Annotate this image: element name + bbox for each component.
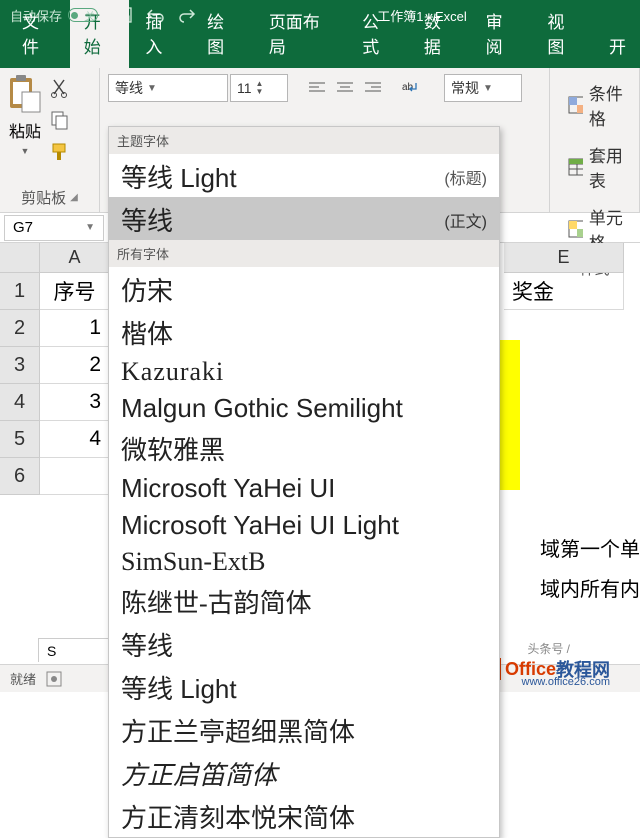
cell-E1[interactable]: 奖金 [504,273,624,310]
tab-insert[interactable]: 插入 [131,0,191,68]
align-center-icon[interactable] [332,76,358,100]
font-item-5[interactable]: Microsoft YaHei UI [109,469,499,506]
font-item-13[interactable]: 方正清刻本悦宋简体 [109,794,499,837]
tab-data[interactable]: 数据 [410,0,470,68]
format-painter-icon[interactable] [50,142,70,162]
cell-styles-icon [568,220,583,238]
font-dropdown[interactable]: 主题字体 等线 Light(标题) 等线(正文) 所有字体 仿宋 楷体 Kazu… [108,126,500,838]
format-as-table-button[interactable]: 套用表 [568,142,631,192]
row-header-5[interactable]: 5 [0,421,40,458]
chevron-down-icon[interactable]: ▼ [85,222,95,233]
cell-A2[interactable]: 1 [40,310,110,347]
align-right-icon[interactable] [360,76,386,100]
paste-label: 粘贴 [9,118,41,142]
macro-record-icon[interactable] [46,671,62,687]
ribbon-tabs: 文件 开始 插入 绘图 页面布局 公式 数据 审阅 视图 开 [0,30,640,68]
font-item-10[interactable]: 等线 Light [109,665,499,708]
chevron-down-icon: ▼ [147,83,157,94]
row-header-6[interactable]: 6 [0,458,40,495]
row-header-4[interactable]: 4 [0,384,40,421]
sheet-tab[interactable]: S [38,638,118,662]
font-item-12[interactable]: 方正启笛简体 [109,751,499,794]
copy-icon[interactable] [50,110,70,130]
conditional-formatting-button[interactable]: 条件格 [568,80,631,130]
font-name-combo[interactable]: 等线 ▼ [108,74,228,102]
cell-A3[interactable]: 2 [40,347,110,384]
font-size-spinner[interactable]: ▲▼ [256,80,264,96]
table-icon [568,158,583,176]
font-size-value: 11 [237,80,252,96]
conditional-formatting-icon [568,96,583,114]
font-item-1[interactable]: 楷体 [109,310,499,353]
font-size-combo[interactable]: 11 ▲▼ [230,74,288,102]
clipboard-icon [8,74,42,114]
font-section-theme: 主题字体 [109,127,499,154]
highlighted-range [500,340,520,490]
clipboard-group-label: 剪贴板 [21,187,66,208]
chevron-down-icon: ▼ [483,83,493,94]
name-box[interactable]: G7 ▼ [4,215,104,241]
font-item-11[interactable]: 方正兰亭超细黑简体 [109,708,499,751]
name-box-value: G7 [13,219,33,236]
select-all-corner[interactable] [0,243,40,273]
cell-A4[interactable]: 3 [40,384,110,421]
tab-file[interactable]: 文件 [8,0,68,68]
cell-A5[interactable]: 4 [40,421,110,458]
font-item-6[interactable]: Microsoft YaHei UI Light [109,506,499,543]
status-text: 就绪 [10,669,36,688]
tab-formulas[interactable]: 公式 [348,0,408,68]
font-item-2[interactable]: Kazuraki [109,353,499,389]
font-item-theme-1[interactable]: 等线(正文) [109,197,499,240]
tab-view[interactable]: 视图 [533,0,593,68]
row-header-2[interactable]: 2 [0,310,40,347]
row-header-3[interactable]: 3 [0,347,40,384]
autosave-switch[interactable]: 关 [68,8,98,22]
tab-layout[interactable]: 页面布局 [255,0,346,68]
font-item-9[interactable]: 等线 [109,622,499,665]
tab-draw[interactable]: 绘图 [193,0,253,68]
font-section-all: 所有字体 [109,240,499,267]
cell-A6[interactable] [40,458,110,495]
align-left-icon[interactable] [304,76,330,100]
col-header-A[interactable]: A [40,243,110,273]
dialog-launcher-icon[interactable]: ◢ [70,192,78,203]
group-styles: 条件格 套用表 单元格 样式 [550,68,640,212]
font-item-theme-0[interactable]: 等线 Light(标题) [109,154,499,197]
cut-icon[interactable] [50,78,70,98]
font-item-7[interactable]: SimSun-ExtB [109,543,499,579]
number-format-combo[interactable]: 常规 ▼ [444,74,522,102]
col-header-E[interactable]: E [504,243,624,273]
number-format-value: 常规 [451,78,479,98]
group-clipboard: 粘贴 ▼ 剪贴板 ◢ [0,68,100,212]
cell-A1[interactable]: 序号 [40,273,110,310]
font-name-value: 等线 [115,78,143,98]
tab-review[interactable]: 审阅 [472,0,532,68]
font-item-3[interactable]: Malgun Gothic Semilight [109,389,499,426]
wrap-text-icon[interactable]: ab [398,76,424,100]
row-header-1[interactable]: 1 [0,273,40,310]
paste-button[interactable]: 粘贴 ▼ [8,74,42,156]
font-item-0[interactable]: 仿宋 [109,267,499,310]
partial-text: 域第一个单 域内所有内 [540,530,640,610]
tab-dev[interactable]: 开 [595,25,640,68]
font-item-8[interactable]: 陈继世-古韵简体 [109,579,499,622]
font-item-4[interactable]: 微软雅黑 [109,426,499,469]
